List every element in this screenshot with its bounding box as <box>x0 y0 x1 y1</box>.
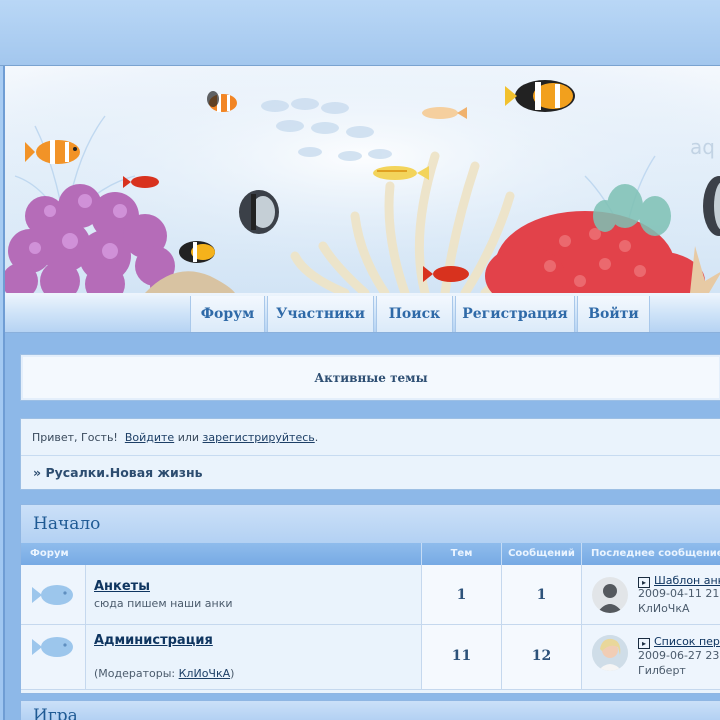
moderators-prefix: (Модераторы: <box>94 667 176 680</box>
col-posts: Сообщений <box>502 543 582 565</box>
column-headers: Форум Тем Сообщений Последнее сообщение <box>21 543 720 565</box>
last-post-author: Гилберт <box>638 664 686 677</box>
last-post-title: ▸ Список перс <box>638 635 720 649</box>
active-topics-link[interactable]: Активные темы <box>21 371 720 385</box>
topics-count: 11 <box>451 648 472 664</box>
last-post-link[interactable]: Список перс <box>654 635 720 648</box>
welcome-end: . <box>314 431 319 444</box>
forum-link[interactable]: Анкеты <box>94 579 150 594</box>
moderator-link[interactable]: КлИоЧкА <box>179 667 231 680</box>
last-post-author: КлИоЧкА <box>638 602 690 615</box>
forum-icon-cell <box>21 625 86 690</box>
nav-login[interactable]: Войти <box>577 296 650 332</box>
posts-count: 12 <box>531 648 552 664</box>
forum-info-cell: Анкеты сюда пишем наши анки <box>86 565 422 625</box>
welcome-line: Привет, Гость! Войдите или зарегистрируй… <box>32 431 318 444</box>
nav-members[interactable]: Участники <box>267 296 374 332</box>
avatar <box>592 635 628 671</box>
breadcrumb-link[interactable]: Русалки.Новая жизнь <box>45 465 202 480</box>
col-forum: Форум <box>21 543 422 565</box>
forum-row: Администрация (Модераторы: КлИоЧкА) 11 1… <box>21 625 720 690</box>
last-post-link[interactable]: Шаблон анк <box>654 574 720 587</box>
nav-forum[interactable]: Форум <box>190 296 265 332</box>
fish-forum-icon <box>32 585 73 605</box>
last-post-title: ▸ Шаблон анк <box>638 574 720 588</box>
category-header: Начало <box>21 505 720 543</box>
posts-count-cell: 1 <box>502 565 582 625</box>
top-strip <box>0 0 720 66</box>
col-last-post: Последнее сообщение <box>591 548 720 559</box>
login-link[interactable]: Войдите <box>125 431 174 444</box>
avatar <box>592 577 628 613</box>
col-topics: Тем <box>422 543 502 565</box>
welcome-panel: Привет, Гость! Войдите или зарегистрируй… <box>20 418 720 490</box>
category-panel: Начало Форум Тем Сообщений Последнее соо… <box>20 504 720 694</box>
moderators-suffix: ) <box>230 667 235 680</box>
or-text: или <box>177 431 200 444</box>
breadcrumb: » Русалки.Новая жизнь <box>33 465 203 480</box>
last-post-date: 2009-06-27 23: <box>638 649 720 662</box>
forum-description: сюда пишем наши анки <box>94 597 233 610</box>
topics-count-cell: 11 <box>422 625 502 690</box>
forum-link[interactable]: Администрация <box>94 633 213 648</box>
forum-row: Анкеты сюда пишем наши анки 1 1 ▸ Шаблон … <box>21 565 720 625</box>
main-navbar: Форум Участники Поиск Регистрация Войти <box>5 293 720 333</box>
aquarium-illustration: aq <box>5 66 720 293</box>
category-title: Начало <box>33 514 101 534</box>
next-category-header: Игра <box>20 700 720 720</box>
topics-count-cell: 1 <box>422 565 502 625</box>
header-banner: aq <box>5 66 720 293</box>
next-category-title: Игра <box>33 706 78 720</box>
user-photo-icon <box>592 635 628 671</box>
last-post-date: 2009-04-11 21: <box>638 587 720 600</box>
forum-icon-cell <box>21 565 86 625</box>
greeting-text: Привет, Гость! <box>32 431 118 444</box>
breadcrumb-arrow: » <box>33 465 42 480</box>
forum-info-cell: Администрация (Модераторы: КлИоЧкА) <box>86 625 422 690</box>
fish-forum-icon <box>32 637 73 657</box>
register-link[interactable]: зарегистрируйтесь <box>203 431 315 444</box>
nav-register[interactable]: Регистрация <box>455 296 575 332</box>
nav-search[interactable]: Поиск <box>376 296 453 332</box>
active-topics-panel: Активные темы <box>20 354 720 401</box>
last-post-cell: ▸ Список перс 2009-06-27 23: Гилберт <box>582 625 720 690</box>
default-user-icon <box>597 584 623 613</box>
divider <box>21 455 720 456</box>
topics-count: 1 <box>456 587 467 603</box>
posts-count-cell: 12 <box>502 625 582 690</box>
forum-moderators: (Модераторы: КлИоЧкА) <box>94 667 234 680</box>
goto-arrow-icon[interactable]: ▸ <box>638 638 650 649</box>
forum-frame: aq Форум Участники Поиск Регистрация Вой… <box>3 66 720 720</box>
last-post-cell: ▸ Шаблон анк 2009-04-11 21: КлИоЧкА <box>582 565 720 625</box>
posts-count: 1 <box>536 587 547 603</box>
banner-watermark: aq <box>690 135 715 159</box>
